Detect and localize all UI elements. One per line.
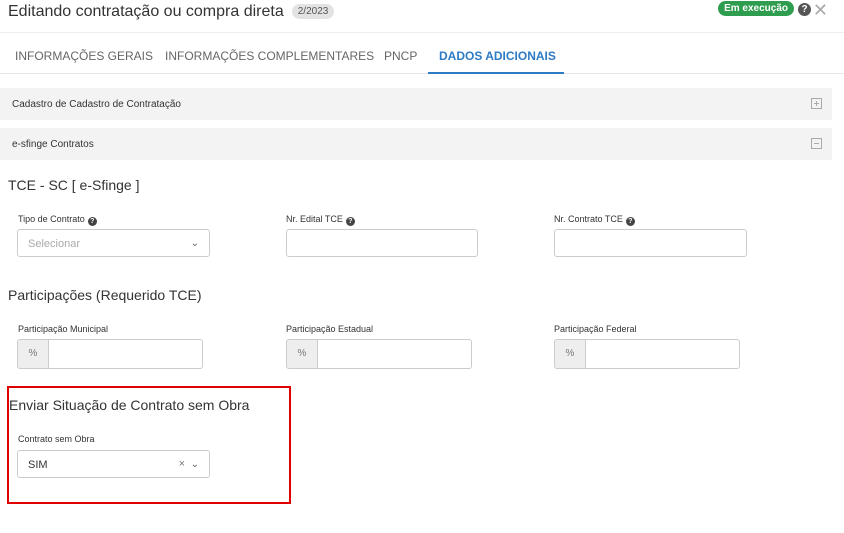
section-title-participacoes: Participações (Requerido TCE)	[8, 287, 202, 303]
panel-cadastro-contratacao[interactable]: Cadastro de Cadastro de Contratação	[0, 88, 832, 120]
active-tab-indicator	[428, 72, 564, 74]
panel-title: e-sfinge Contratos	[12, 139, 94, 150]
tab-bar: INFORMAÇÕES GERAIS INFORMAÇÕES COMPLEMEN…	[0, 32, 844, 74]
highlight-box	[7, 386, 291, 504]
participacao-municipal-input[interactable]	[49, 339, 203, 369]
percent-addon: %	[286, 339, 318, 369]
chevron-down-icon: ⌄	[190, 238, 199, 249]
collapse-icon[interactable]	[811, 138, 822, 149]
label-participacao-federal: Participação Federal	[554, 324, 637, 334]
nr-contrato-input[interactable]	[554, 229, 747, 257]
percent-addon: %	[17, 339, 49, 369]
modal-header: Editando contratação ou compra direta 2/2…	[8, 0, 836, 30]
nr-edital-input[interactable]	[286, 229, 478, 257]
question-circle-icon[interactable]: ?	[87, 217, 97, 226]
question-circle-icon[interactable]: ?	[345, 217, 355, 226]
label-nr-edital: Nr. Edital TCE?	[286, 214, 355, 226]
label-participacao-municipal: Participação Municipal	[18, 324, 109, 334]
percent-addon: %	[554, 339, 586, 369]
participacao-estadual-input[interactable]	[318, 339, 472, 369]
code-badge: 2/2023	[291, 4, 335, 19]
tab-informacoes-complementares[interactable]: INFORMAÇÕES COMPLEMENTARES	[165, 49, 374, 63]
label-participacao-estadual: Participação Estadual	[286, 324, 374, 334]
status-badge: Em execução	[718, 1, 794, 16]
question-circle-icon[interactable]: ?	[625, 217, 635, 226]
select-placeholder: Selecionar	[28, 238, 80, 250]
label-tipo-contrato: Tipo de Contrato?	[18, 214, 97, 226]
tab-informacoes-gerais[interactable]: INFORMAÇÕES GERAIS	[15, 49, 153, 63]
tipo-contrato-select[interactable]: Selecionar ⌄	[17, 229, 210, 257]
participacao-federal-input[interactable]	[586, 339, 740, 369]
section-title-tce: TCE - SC [ e-Sfinge ]	[8, 177, 140, 193]
expand-icon[interactable]	[811, 98, 822, 109]
panel-esfinge-contratos[interactable]: e-sfinge Contratos	[0, 128, 832, 160]
panel-title: Cadastro de Cadastro de Contratação	[12, 99, 181, 110]
tab-pncp[interactable]: PNCP	[384, 49, 417, 63]
label-nr-contrato: Nr. Contrato TCE?	[554, 214, 635, 226]
question-circle-icon[interactable]: ?	[798, 3, 811, 16]
title-text: Editando contratação ou compra direta	[8, 3, 284, 20]
tab-dados-adicionais[interactable]: DADOS ADICIONAIS	[439, 49, 556, 63]
close-icon[interactable]: ✕	[813, 0, 828, 20]
page-title: Editando contratação ou compra direta 2/2…	[8, 3, 335, 21]
